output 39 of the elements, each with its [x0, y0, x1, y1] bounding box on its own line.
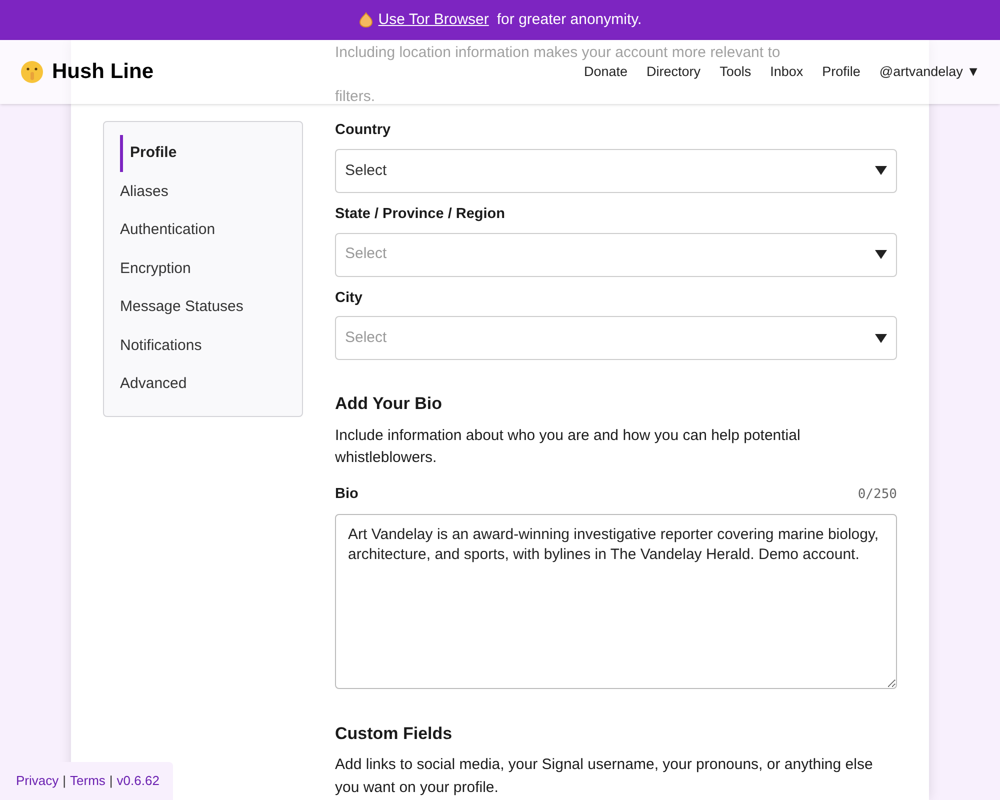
bio-textarea[interactable]: Art Vandelay is an award-winning investigative reporter covering marine biology, architecture, and sports, with bylines in The Vandelay Herald. Demo account.	[335, 514, 897, 688]
footer-link[interactable]: v0.6.62	[116, 771, 160, 791]
nav-link[interactable]: Profile	[822, 62, 860, 82]
section-heading: Custom Fields	[335, 722, 454, 744]
caret-icon	[875, 250, 887, 259]
field-label: Country	[335, 121, 392, 140]
sidebar-item[interactable]: Profile	[120, 135, 286, 172]
footer-link[interactable]: Terms	[70, 771, 106, 791]
field-label: City	[335, 288, 364, 308]
tor-browser-link[interactable]: Use Tor Browser	[378, 8, 489, 32]
field-label: State / Province / Region	[335, 204, 506, 224]
shushing-face-icon	[20, 60, 44, 84]
sidebar-item[interactable]: Authentication	[120, 212, 286, 248]
section-description: Include information about who you are and how you can help potential whistleblowers.	[335, 426, 802, 468]
sidebar-item[interactable]: Aliases	[120, 174, 286, 210]
sidebar-item[interactable]: Notifications	[120, 328, 286, 364]
footer-link[interactable]: Privacy	[16, 771, 59, 791]
nav-link[interactable]: Donate	[584, 62, 628, 82]
section-description: Add links to social media, your Signal username, your pronouns, or anything else you want on your profile.	[335, 755, 874, 798]
field-label: Bio	[335, 484, 358, 504]
caret-icon	[875, 334, 887, 343]
onion-icon	[358, 12, 374, 28]
nav-link[interactable]: Directory	[646, 62, 701, 82]
banner-text: for greater anonymity.	[496, 10, 642, 30]
user-menu-button[interactable]: @artvandelay ▼	[879, 62, 980, 82]
sidebar-item[interactable]: Encryption	[120, 250, 286, 287]
separator-text: |	[109, 772, 113, 790]
caret-icon	[875, 166, 887, 176]
site-logo[interactable]: Hush Line	[52, 56, 154, 88]
character-counter: 0/250	[858, 486, 897, 504]
nav-link[interactable]: Tools	[720, 62, 752, 82]
select-field[interactable]: Select	[335, 148, 897, 193]
intro-text: filters.	[335, 87, 376, 107]
sidebar-item[interactable]: Advanced	[120, 366, 286, 402]
intro-text: Including location information makes your account more relevant to	[335, 43, 782, 63]
sidebar-item[interactable]: Message Statuses	[120, 289, 286, 326]
section-heading: Add Your Bio	[335, 393, 444, 416]
separator-text: |	[62, 772, 66, 790]
nav-link[interactable]: Inbox	[770, 62, 804, 82]
